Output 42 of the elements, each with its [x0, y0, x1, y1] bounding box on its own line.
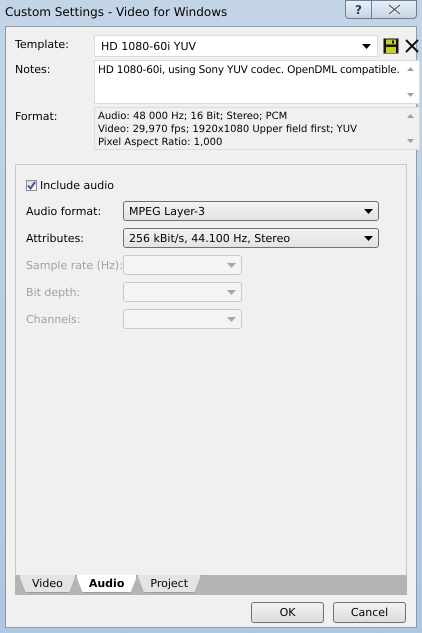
notes-field[interactable]: HD 1080-60i, using Sony YUV codec. OpenDML compatible. — [94, 60, 420, 104]
scroll-down-icon[interactable] — [407, 93, 414, 97]
scroll-up-icon[interactable] — [407, 67, 414, 71]
close-icon — [388, 4, 400, 15]
window-title: Custom Settings - Video for Windows — [5, 5, 228, 19]
field-label: Template: — [15, 37, 70, 51]
field-label: Attributes: — [26, 232, 86, 244]
dropdown[interactable]: 256 kBit/s, 44.100 Hz, Stereo — [123, 228, 379, 248]
ok-button[interactable]: OK — [251, 602, 324, 623]
checkbox-label: Include audio — [40, 179, 114, 192]
delete-button[interactable] — [404, 39, 420, 53]
field-label: Notes: — [15, 62, 52, 76]
caret-icon — [227, 290, 236, 294]
scroll-down-icon[interactable] — [407, 139, 414, 143]
checkbox[interactable] — [26, 180, 37, 191]
caret-icon — [227, 316, 236, 322]
caret-icon — [364, 208, 373, 214]
field-label: Format: — [15, 109, 58, 123]
scroll-up-icon[interactable] — [407, 114, 414, 118]
tab[interactable]: Audio — [76, 575, 138, 593]
field-label: Channels: — [26, 312, 82, 326]
caret-icon — [362, 44, 371, 48]
dropdown-value: 256 kBit/s, 44.100 Hz, Stereo — [129, 232, 290, 244]
field-label: Sample rate (Hz): — [26, 258, 123, 272]
notes-text: HD 1080-60i, using Sony YUV codec. OpenDML compatible. — [97, 63, 401, 78]
tab[interactable]: Project — [137, 575, 202, 593]
save-button[interactable] — [382, 38, 400, 54]
dropdown-value: HD 1080-60i YUV — [101, 40, 196, 52]
format-line: Audio: 48 000 Hz; 16 Bit; Stereo; PCM — [98, 110, 288, 123]
field-label: Audio format: — [26, 204, 102, 218]
template-dropdown[interactable]: HD 1080-60i YUV — [94, 35, 378, 57]
tab[interactable]: Video — [19, 575, 76, 593]
help-button[interactable]: ? — [345, 0, 372, 19]
caret-icon — [364, 236, 373, 240]
dropdown[interactable]: MPEG Layer-3 — [123, 201, 379, 221]
field-label: Bit depth: — [26, 286, 82, 298]
caret-icon — [227, 262, 236, 268]
dropdown-value: MPEG Layer-3 — [129, 204, 206, 218]
format-line: Video: 29,970 fps; 1920x1080 Upper field first; YUV — [98, 123, 357, 136]
cancel-button[interactable]: Cancel — [333, 602, 406, 623]
close-button[interactable] — [372, 0, 417, 19]
format-line: Pixel Aspect Ratio: 1,000 — [98, 136, 224, 149]
